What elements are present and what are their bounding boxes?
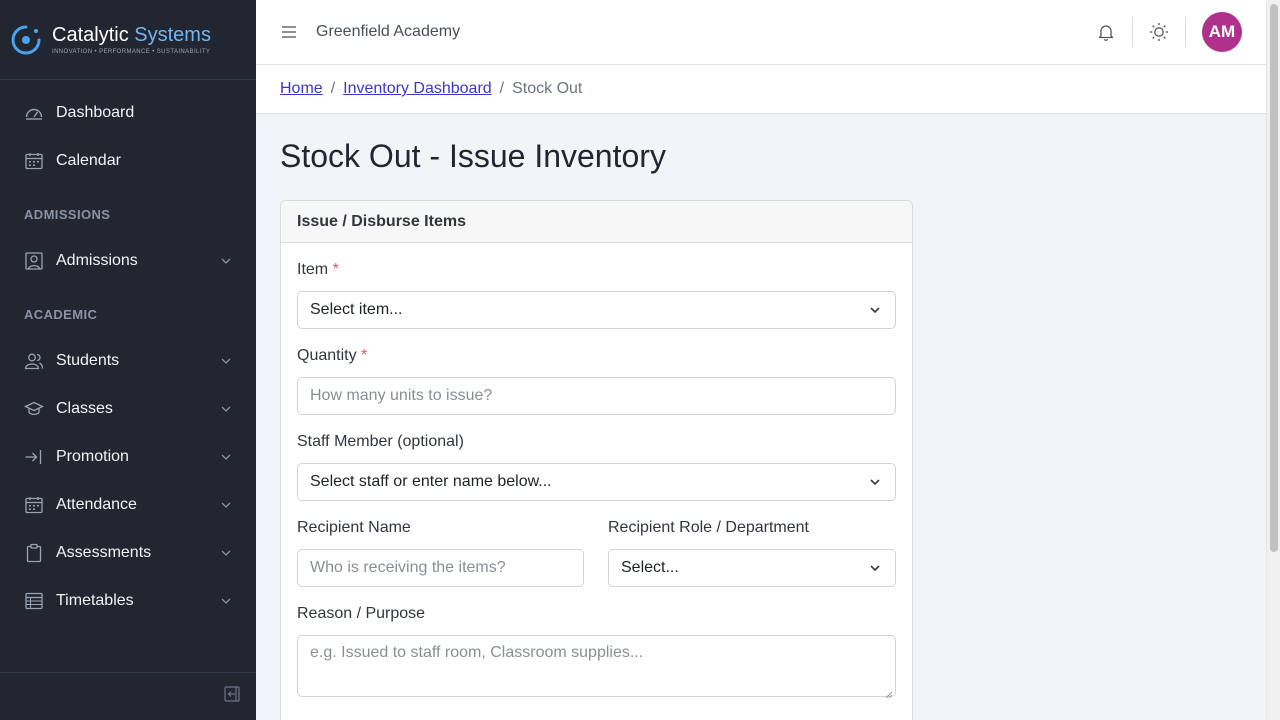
school-name: Greenfield Academy [316,23,461,40]
reason-placeholder: e.g. Issued to staff room, Classroom sup… [310,644,644,661]
quantity-label-text: Quantity [297,347,357,364]
brand-tagline: INNOVATION • PERFORMANCE • SUSTAINABILIT… [52,49,211,55]
sidebar-item-label: Calendar [56,152,121,169]
recipient-name-input[interactable]: Who is receiving the items? [297,549,584,587]
sidebar-item-attendance[interactable]: Attendance [0,481,256,529]
breadcrumb-separator: / [330,80,336,97]
chevron-down-icon [220,255,232,267]
sidebar-footer [0,672,256,720]
breadcrumb: Home / Inventory Dashboard / Stock Out [256,65,1266,114]
chevron-down-icon [220,547,232,559]
brand-word2: Systems [134,24,211,46]
chevron-down-icon [869,304,881,316]
sidebar-item-classes[interactable]: Classes [0,385,256,433]
sidebar-item-promotion[interactable]: Promotion [0,433,256,481]
role-select-value: Select... [621,559,679,576]
required-mark: * [361,347,368,364]
quantity-placeholder: How many units to issue? [310,387,493,404]
recipient-placeholder: Who is receiving the items? [310,559,506,576]
recipient-name-label: Recipient Name [297,519,411,536]
staff-select-value: Select staff or enter name below... [310,473,552,490]
nav-section-admissions: ADMISSIONS [24,207,111,222]
chevron-down-icon [869,562,881,574]
recipient-role-label: Recipient Role / Department [608,519,809,536]
sidebar-item-label: Admissions [56,252,138,269]
sidebar-item-label: Promotion [56,448,129,465]
card-title: Issue / Disburse Items [281,201,912,243]
issue-items-card: Issue / Disburse Items Item * Select ite… [280,200,913,720]
bell-icon[interactable] [1096,22,1116,42]
sidebar-item-label: Assessments [56,544,152,561]
sidebar: Catalytic Systems INNOVATION • PERFORMAN… [0,0,256,720]
chevron-down-icon [220,595,232,607]
sidebar-item-assessments[interactable]: Assessments [0,529,256,577]
table-icon [24,591,44,611]
chevron-down-icon [220,451,232,463]
sun-icon[interactable] [1149,22,1169,42]
clipboard-icon [24,543,44,563]
sidebar-item-label: Classes [56,400,113,417]
sidebar-item-students[interactable]: Students [0,337,256,385]
reason-label: Reason / Purpose [297,605,426,622]
header-divider [1132,17,1133,47]
header-divider [1185,17,1186,47]
sidebar-item-calendar[interactable]: Calendar [0,137,256,185]
quantity-label: Quantity * [297,347,367,365]
sidebar-item-label: Dashboard [56,104,135,121]
sidebar-nav: Dashboard Calendar ADMISSIONS Admissions… [0,89,256,625]
resize-handle-icon[interactable] [885,686,893,699]
reason-textarea[interactable]: e.g. Issued to staff room, Classroom sup… [297,635,896,699]
breadcrumb-current: Stock Out [512,80,583,97]
page-title: Stock Out - Issue Inventory [280,138,666,174]
quantity-input[interactable]: How many units to issue? [297,377,896,415]
sidebar-item-dashboard[interactable]: Dashboard [0,89,256,137]
required-mark: * [332,261,339,278]
item-label: Item * [297,261,339,279]
item-select[interactable]: Select item... [297,291,896,329]
sidebar-item-timetables[interactable]: Timetables [0,577,256,625]
chevron-down-icon [220,499,232,511]
recipient-role-select[interactable]: Select... [608,549,896,587]
chevron-down-icon [220,403,232,415]
avatar[interactable]: AM [1202,12,1242,52]
scrollbar-thumb[interactable] [1270,4,1278,552]
sidebar-item-label: Attendance [56,496,137,513]
speedometer-icon [24,103,44,123]
staff-member-select[interactable]: Select staff or enter name below... [297,463,896,501]
people-icon [24,351,44,371]
brand[interactable]: Catalytic Systems INNOVATION • PERFORMAN… [0,0,256,80]
nav-section-academic: ACADEMIC [24,307,98,322]
user-square-icon [24,251,44,271]
breadcrumb-home-link[interactable]: Home [280,80,323,98]
hamburger-menu-icon[interactable] [280,23,298,41]
brand-logo-icon [10,24,42,56]
sidebar-item-label: Timetables [56,592,134,609]
item-select-value: Select item... [310,301,403,318]
calendar-icon [24,151,44,171]
page-scrollbar[interactable] [1266,0,1280,720]
education-icon [24,399,44,419]
arrow-into-icon [24,447,44,467]
sidebar-item-admissions[interactable]: Admissions [0,237,256,285]
top-header: Greenfield Academy AM [256,0,1266,65]
breadcrumb-separator: / [499,80,505,97]
brand-word1: Catalytic [52,24,129,46]
chevron-down-icon [220,355,232,367]
header-actions: AM [1096,0,1242,64]
brand-name: Catalytic Systems [52,24,211,46]
calendar-icon [24,495,44,515]
breadcrumb-inventory-dashboard-link[interactable]: Inventory Dashboard [343,80,492,98]
item-label-text: Item [297,261,329,278]
collapse-sidebar-icon[interactable] [224,686,240,707]
staff-member-label: Staff Member (optional) [297,433,464,450]
sidebar-item-label: Students [56,352,120,369]
chevron-down-icon [869,476,881,488]
